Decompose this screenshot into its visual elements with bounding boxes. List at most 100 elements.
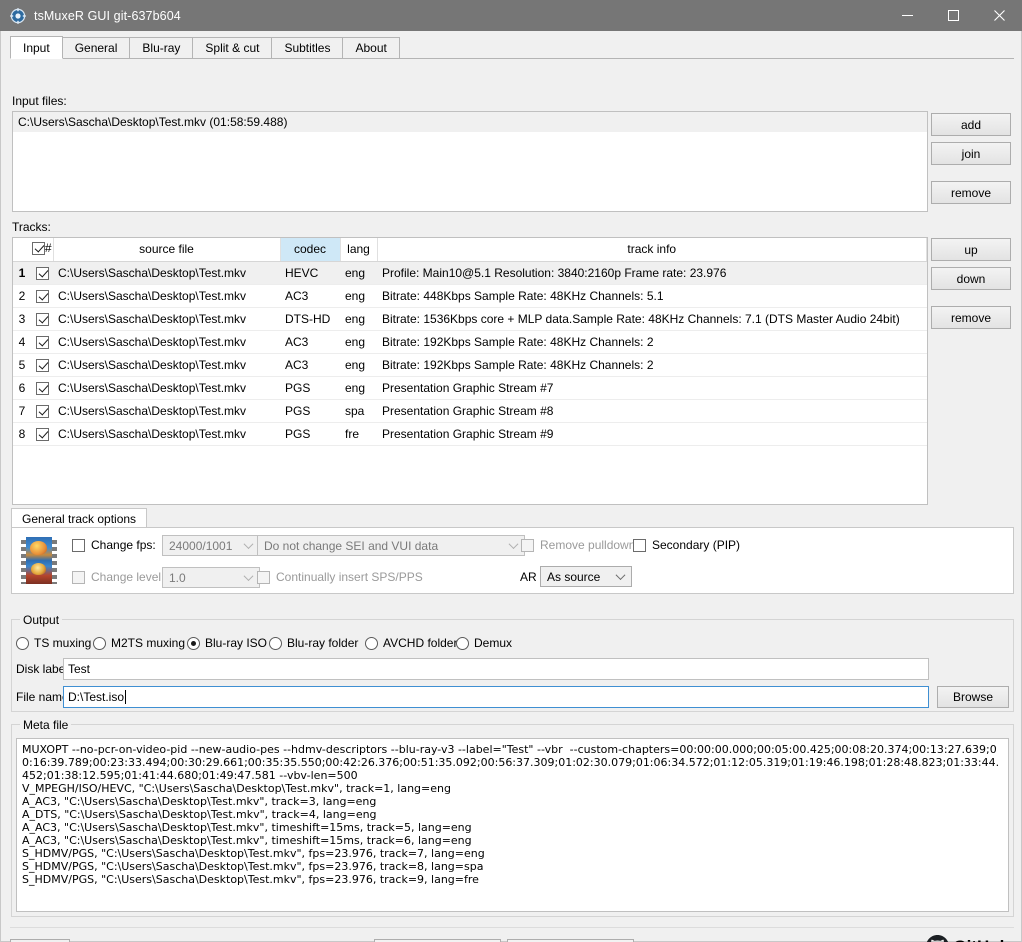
radio-bluray-folder[interactable]: Blu-ray folder: [269, 636, 358, 650]
github-logo[interactable]: GitHub: [926, 935, 1010, 942]
cell-source-file: C:\Users\Sascha\Desktop\Test.mkv: [53, 284, 280, 308]
cell-track-info: Presentation Graphic Stream #9: [377, 422, 927, 446]
table-row[interactable]: 1 C:\Users\Sascha\Desktop\Test.mkv HEVC …: [13, 261, 927, 285]
secondary-pip-checkbox[interactable]: [633, 538, 646, 552]
col-header-track-info[interactable]: track info: [377, 238, 927, 262]
down-button[interactable]: down: [931, 267, 1011, 290]
cell-track-info: Bitrate: 448Kbps Sample Rate: 48KHz Chan…: [377, 284, 927, 308]
tab-bluray[interactable]: Blu-ray: [129, 37, 194, 58]
radio-bluray-iso[interactable]: Blu-ray ISO: [187, 636, 267, 650]
row-checkbox-cell[interactable]: [31, 330, 53, 354]
table-row[interactable]: 2 C:\Users\Sascha\Desktop\Test.mkv AC3 e…: [13, 284, 927, 308]
continually-insert-checkbox[interactable]: [257, 570, 270, 584]
tab-general-track-options[interactable]: General track options: [11, 508, 148, 528]
row-number: 3: [13, 307, 31, 331]
radio-avchd-folder[interactable]: AVCHD folder: [365, 636, 457, 650]
col-header-codec[interactable]: codec: [280, 238, 341, 262]
col-header-source-file[interactable]: source file: [53, 238, 281, 262]
maximize-button[interactable]: [930, 0, 976, 31]
ar-combo[interactable]: As source: [540, 566, 632, 587]
tab-subtitles[interactable]: Subtitles: [271, 37, 344, 58]
minimize-button[interactable]: [884, 0, 930, 31]
row-checkbox[interactable]: [36, 358, 49, 372]
row-checkbox[interactable]: [36, 404, 49, 418]
radio-icon[interactable]: [456, 636, 469, 650]
chevron-down-icon: [243, 538, 254, 549]
row-checkbox-cell[interactable]: [31, 307, 53, 331]
cell-lang: eng: [340, 376, 377, 400]
row-number: 2: [13, 284, 31, 308]
table-row[interactable]: 6 C:\Users\Sascha\Desktop\Test.mkv PGS e…: [13, 376, 927, 400]
radio-m2ts-muxing[interactable]: M2TS muxing: [93, 636, 185, 650]
title-bar: tsMuxeR GUI git-637b604: [0, 0, 1022, 31]
row-checkbox[interactable]: [36, 335, 49, 349]
row-checkbox-cell[interactable]: [31, 353, 53, 377]
tab-general[interactable]: General: [61, 37, 131, 58]
tab-about[interactable]: About: [342, 37, 400, 58]
remove-pulldown-label: Remove pulldown: [540, 538, 636, 552]
cell-codec: AC3: [280, 284, 340, 308]
row-checkbox[interactable]: [36, 381, 49, 395]
row-checkbox-cell[interactable]: [31, 284, 53, 308]
row-checkbox-cell[interactable]: [31, 422, 53, 446]
row-checkbox[interactable]: [36, 289, 49, 303]
tracks-label: Tracks:: [12, 220, 51, 234]
col-header-num[interactable]: #: [31, 238, 54, 262]
browse-button[interactable]: Browse: [937, 686, 1009, 708]
radio-icon[interactable]: [269, 636, 282, 650]
close-button[interactable]: [976, 0, 1022, 31]
row-checkbox[interactable]: [36, 312, 49, 326]
table-row[interactable]: 4 C:\Users\Sascha\Desktop\Test.mkv AC3 e…: [13, 330, 927, 354]
up-button[interactable]: up: [931, 238, 1011, 261]
cell-codec: AC3: [280, 330, 340, 354]
input-files-label: Input files:: [12, 94, 67, 108]
remove-input-button[interactable]: remove: [931, 181, 1011, 204]
table-row[interactable]: 8 C:\Users\Sascha\Desktop\Test.mkv PGS f…: [13, 422, 927, 446]
change-fps-row[interactable]: Change fps:: [72, 538, 156, 552]
remove-pulldown-checkbox[interactable]: [521, 538, 534, 552]
cell-track-info: Presentation Graphic Stream #8: [377, 399, 927, 423]
radio-ts-muxing[interactable]: TS muxing: [16, 636, 91, 650]
cell-source-file: C:\Users\Sascha\Desktop\Test.mkv: [53, 330, 280, 354]
radio-demux[interactable]: Demux: [456, 636, 512, 650]
change-level-label: Change level:: [91, 570, 165, 584]
radio-icon[interactable]: [187, 636, 200, 650]
table-row[interactable]: 7 C:\Users\Sascha\Desktop\Test.mkv PGS s…: [13, 399, 927, 423]
change-level-row[interactable]: Change level:: [72, 570, 164, 584]
change-fps-checkbox[interactable]: [72, 538, 85, 552]
disk-label-input[interactable]: Test: [63, 658, 929, 680]
cell-source-file: C:\Users\Sascha\Desktop\Test.mkv: [53, 353, 280, 377]
table-row[interactable]: 5 C:\Users\Sascha\Desktop\Test.mkv AC3 e…: [13, 353, 927, 377]
secondary-pip-row[interactable]: Secondary (PIP): [633, 538, 740, 552]
radio-icon[interactable]: [16, 636, 29, 650]
radio-icon[interactable]: [93, 636, 106, 650]
row-checkbox[interactable]: [36, 266, 49, 280]
row-checkbox-cell[interactable]: [31, 376, 53, 400]
continually-insert-sps-pps-row[interactable]: Continually insert SPS/PPS: [257, 570, 423, 584]
tab-split-cut[interactable]: Split & cut: [192, 37, 273, 58]
cell-codec: PGS: [280, 399, 340, 423]
tab-input[interactable]: Input: [10, 36, 63, 59]
tracks-table: # source file codec lang track info 1 C:…: [13, 238, 927, 446]
join-button[interactable]: join: [931, 142, 1011, 165]
col-header-lang[interactable]: lang: [340, 238, 378, 262]
cell-codec: PGS: [280, 422, 340, 446]
list-item[interactable]: C:\Users\Sascha\Desktop\Test.mkv (01:58:…: [13, 112, 927, 132]
remove-track-button[interactable]: remove: [931, 306, 1011, 329]
secondary-pip-label: Secondary (PIP): [652, 538, 741, 552]
select-all-checkbox[interactable]: [31, 241, 45, 255]
sei-vui-combo[interactable]: Do not change SEI and VUI data: [257, 535, 525, 556]
add-button[interactable]: add: [931, 113, 1011, 136]
row-checkbox-cell[interactable]: [31, 261, 53, 285]
level-value-combo[interactable]: 1.0: [162, 567, 260, 588]
fps-value-combo[interactable]: 24000/1001: [162, 535, 260, 556]
row-checkbox-cell[interactable]: [31, 399, 53, 423]
meta-file-textarea[interactable]: MUXOPT --no-pcr-on-video-pid --new-audio…: [16, 738, 1009, 912]
radio-icon[interactable]: [365, 636, 378, 650]
row-checkbox[interactable]: [36, 427, 49, 441]
remove-pulldown-row[interactable]: Remove pulldown: [521, 538, 635, 552]
file-name-input[interactable]: D:\Test.iso: [63, 686, 929, 708]
table-row[interactable]: 3 C:\Users\Sascha\Desktop\Test.mkv DTS-H…: [13, 307, 927, 331]
change-level-checkbox[interactable]: [72, 570, 85, 584]
input-files-list[interactable]: C:\Users\Sascha\Desktop\Test.mkv (01:58:…: [12, 111, 928, 212]
